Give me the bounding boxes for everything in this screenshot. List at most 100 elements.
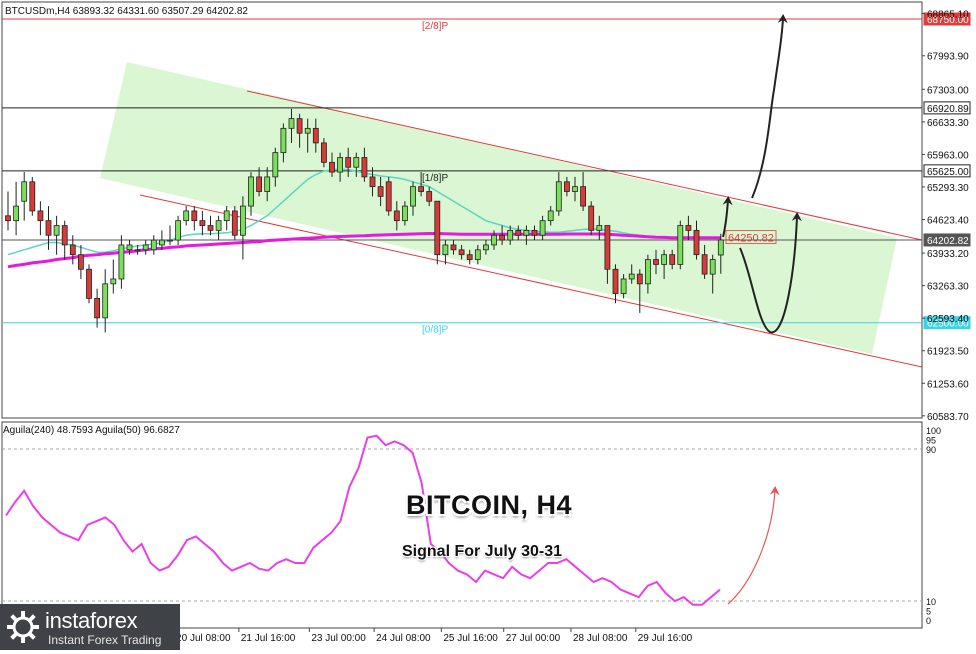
candle-body: [636, 273, 643, 285]
chart-root: 68750.00 [2/8]P 66920.89 65625.00 [1/8]P 6420…: [0, 0, 976, 650]
candle: [677, 220, 684, 270]
candle-body: [572, 186, 578, 192]
indicator-tick-label: 10: [926, 597, 936, 607]
candle-body: [499, 234, 506, 241]
y-tick-label: 61253.60: [927, 379, 969, 390]
logo-tagline: Instant Forex Trading: [48, 633, 162, 647]
overlay-subtitle: Signal For July 30-31: [402, 543, 563, 560]
indicator-title: Aguila(240) 48.7593 Aguila(50) 96.6827: [3, 425, 180, 436]
x-tick-label: 23 Jul 00:00: [311, 633, 366, 644]
candle-body: [709, 259, 716, 275]
indicator-tick-label: 100: [926, 426, 941, 436]
candle-body: [37, 210, 44, 222]
candle-body: [248, 176, 254, 207]
instaforex-logo: instaforex Instant Forex Trading: [0, 604, 180, 650]
chart-header: BTCUSDm,H4 63893.32 64331.60 63507.29 64…: [5, 6, 248, 17]
x-tick-label: 20 Jul 08:00: [176, 633, 231, 644]
candle-body: [320, 142, 327, 163]
logo-name: instaforex: [45, 608, 138, 633]
candle-body: [588, 205, 595, 231]
candle-body: [199, 220, 206, 226]
candle-body: [126, 244, 133, 251]
candle-body: [531, 229, 538, 236]
y-tick-label: 62593.40: [927, 314, 969, 325]
candle-body: [547, 210, 554, 222]
candle-body: [426, 191, 433, 202]
candle-body: [312, 127, 319, 144]
candle-body: [134, 249, 141, 252]
indicator-tick-label: 95: [926, 436, 936, 446]
candle: [434, 200, 441, 265]
candle-body: [466, 254, 473, 260]
candle-body: [393, 210, 400, 222]
x-tick-label: 29 Jul 16:00: [638, 633, 693, 644]
candle-body: [223, 210, 230, 222]
candle-body: [677, 225, 684, 265]
candle-body: [102, 283, 109, 319]
candle-body: [353, 157, 360, 168]
candle-body: [264, 176, 271, 192]
candle-body: [564, 181, 570, 192]
candle-body: [539, 220, 546, 236]
candle-body: [175, 220, 182, 241]
candle-body: [345, 157, 352, 168]
candle-body: [296, 118, 303, 134]
candle-body: [239, 205, 246, 236]
candle-body: [442, 244, 449, 256]
candle-body: [53, 225, 60, 236]
candle-body: [491, 234, 497, 246]
y-tick-label: 67993.90: [927, 52, 969, 63]
candle-body: [604, 225, 611, 270]
y-tick-label: 67303.00: [927, 85, 969, 96]
candle-body: [693, 229, 700, 256]
y-tick-label: 60583.70: [927, 412, 969, 423]
candle-body: [158, 239, 165, 246]
candle-body: [288, 118, 295, 129]
indicator-tick-label: 5: [926, 607, 931, 617]
x-tick-label: 27 Jul 00:00: [506, 633, 561, 644]
y-tick-label: 63263.30: [927, 282, 969, 293]
candle: [231, 206, 238, 241]
candle-body: [669, 254, 676, 265]
x-tick-label: 24 Jul 08:00: [376, 633, 431, 644]
candle-body: [385, 181, 392, 212]
candle-body: [661, 254, 667, 265]
candle-body: [13, 205, 20, 222]
y-tick-label: 68865.10: [927, 9, 969, 20]
candle-body: [474, 249, 481, 260]
candle: [29, 176, 36, 216]
y-tick-label: 65293.30: [927, 183, 969, 194]
indicator-plot-frame: [1, 421, 923, 629]
overlay-title: BITCOIN, H4: [406, 490, 573, 520]
candle-body: [256, 176, 263, 192]
candle-body: [717, 239, 724, 256]
candle-body: [580, 186, 586, 207]
candle-body: [280, 127, 287, 154]
indicator-tick-label: 90: [926, 445, 936, 455]
candle-body: [150, 239, 157, 251]
candle-body: [401, 205, 408, 222]
candle-body: [620, 278, 627, 294]
y-tick-label: 66633.30: [927, 118, 969, 129]
candle-body: [434, 200, 441, 256]
level-label: 65625.00: [927, 167, 969, 178]
y-tick-label: 65963.00: [927, 150, 969, 161]
candle: [385, 176, 392, 216]
candle-body: [29, 181, 36, 212]
level-tag: [0/8]P: [422, 325, 448, 336]
indicator-tick-label: 0: [926, 616, 931, 626]
candle-body: [450, 244, 457, 251]
candle-body: [361, 157, 368, 178]
y-tick-label: 64623.40: [927, 216, 969, 227]
level-label: 64202.82: [927, 236, 969, 247]
candle-body: [215, 220, 222, 231]
candle-body: [329, 161, 335, 173]
candle-body: [515, 229, 522, 236]
candle-body: [653, 259, 659, 265]
candle-body: [596, 225, 603, 231]
price-annotation: 64250.82: [728, 233, 774, 245]
candle-body: [45, 220, 52, 236]
candle-body: [69, 244, 76, 256]
y-tick-label: 61923.50: [927, 347, 969, 358]
candle-body: [612, 268, 619, 294]
